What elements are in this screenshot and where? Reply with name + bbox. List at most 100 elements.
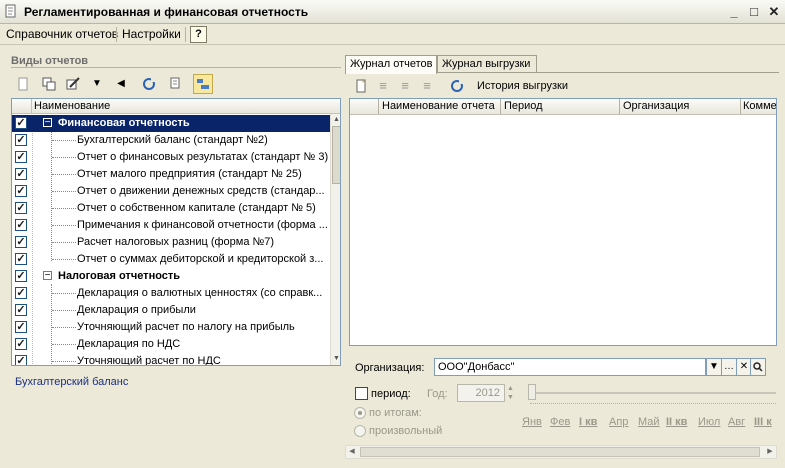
row-checkbox[interactable]: ✓: [15, 338, 27, 350]
tree-row[interactable]: ✓ Бухгалтерский баланс (стандарт №2): [12, 132, 330, 149]
scroll-down-icon[interactable]: ▼: [332, 354, 340, 363]
tree-row[interactable]: ✓ Отчет о суммах дебиторской и кредиторс…: [12, 251, 330, 268]
month-apr[interactable]: Апр: [609, 416, 628, 428]
row-checkbox[interactable]: ✓: [15, 355, 27, 365]
tree-row[interactable]: ✓ Декларация о валютных ценностях (со сп…: [12, 285, 330, 302]
horizontal-scrollbar[interactable]: ◀ ▶: [345, 445, 777, 459]
radio-totals[interactable]: [354, 407, 366, 419]
year-field[interactable]: 2012: [457, 384, 505, 402]
maximize-button[interactable]: □: [744, 3, 764, 21]
quarter-3[interactable]: III к: [754, 416, 772, 428]
tree-row[interactable]: ✓ Отчет о собственном капитале (стандарт…: [12, 200, 330, 217]
new-doc-icon[interactable]: [13, 74, 33, 94]
month-jan[interactable]: Янв: [522, 416, 542, 428]
period-label: период:: [371, 388, 411, 400]
new-report-icon[interactable]: *: [351, 76, 371, 96]
menu-separator: [185, 27, 186, 42]
tree-row[interactable]: ✓ Декларация о прибыли: [12, 302, 330, 319]
tree-row[interactable]: ✓ Отчет о финансовых результатах (станда…: [12, 149, 330, 166]
refresh-icon[interactable]: [139, 74, 159, 94]
col-organization[interactable]: Организация: [623, 100, 689, 112]
month-may[interactable]: Май: [638, 416, 660, 428]
period-slider-thumb[interactable]: [528, 384, 536, 400]
tab-export-journal[interactable]: Журнал выгрузки: [437, 55, 537, 73]
radio-custom[interactable]: [354, 425, 366, 437]
tree-row[interactable]: ✓ Расчет налоговых разниц (форма №7): [12, 234, 330, 251]
month-aug[interactable]: Авг: [728, 416, 745, 428]
back-arrow-icon[interactable]: ◀: [111, 74, 131, 94]
export-history-button[interactable]: История выгрузки: [477, 80, 568, 92]
section-divider: [11, 67, 341, 68]
tree-row[interactable]: ✓ Отчет малого предприятия (стандарт № 2…: [12, 166, 330, 183]
refresh-icon[interactable]: [447, 76, 467, 96]
row-checkbox[interactable]: ✓: [15, 287, 27, 299]
selected-report-label: Бухгалтерский баланс: [15, 376, 129, 388]
radio-custom-label: произвольный: [369, 425, 443, 437]
menu-bar: Справочник отчетов Настройки ?: [0, 24, 785, 45]
close-button[interactable]: ✕: [764, 3, 784, 21]
row-checkbox[interactable]: ✓: [15, 321, 27, 333]
tree-scrollbar[interactable]: ▲ ▼: [330, 114, 340, 365]
tree-header: Наименование: [12, 99, 340, 114]
row-checkbox[interactable]: ✓: [15, 117, 27, 129]
quarter-2[interactable]: II кв: [666, 416, 687, 428]
quarter-1[interactable]: I кв: [579, 416, 597, 428]
tree-row-tax[interactable]: ✓ − Налоговая отчетность: [12, 268, 330, 285]
col-comment[interactable]: Комме: [743, 100, 776, 112]
collapse-icon[interactable]: −: [43, 118, 52, 128]
document-icon: [5, 4, 16, 18]
window-title: Регламентированная и финансовая отчетнос…: [24, 5, 309, 19]
tree-row[interactable]: ✓ Отчет о движении денежных средств (ста…: [12, 183, 330, 200]
collapse-icon[interactable]: −: [43, 271, 52, 281]
print-icon[interactable]: [165, 74, 185, 94]
radio-totals-label: по итогам:: [369, 407, 422, 419]
edit-icon[interactable]: [63, 74, 83, 94]
title-bar: Регламентированная и финансовая отчетнос…: [0, 0, 785, 24]
search-icon[interactable]: [750, 358, 766, 376]
tree-row[interactable]: ✓ Декларация по НДС: [12, 336, 330, 353]
select-dots-button[interactable]: …: [721, 358, 737, 376]
outdent-icon[interactable]: ≡: [395, 76, 415, 96]
dropdown-arrow-icon[interactable]: ▼: [87, 74, 107, 94]
row-checkbox[interactable]: ✓: [15, 151, 27, 163]
month-feb[interactable]: Фев: [550, 416, 570, 428]
scroll-left-icon[interactable]: ◀: [346, 446, 358, 458]
row-checkbox[interactable]: ✓: [15, 270, 27, 282]
organization-field[interactable]: ООО"Донбасс": [434, 358, 706, 376]
row-checkbox[interactable]: ✓: [15, 236, 27, 248]
hierarchy-toggle-icon[interactable]: [193, 74, 213, 94]
scroll-right-icon[interactable]: ▶: [764, 446, 776, 458]
report-types-tree: Наименование ✓ − Финансовая отчетность ✓…: [11, 98, 341, 366]
menu-reference-book[interactable]: Справочник отчетов: [6, 27, 118, 41]
row-checkbox[interactable]: ✓: [15, 219, 27, 231]
row-checkbox[interactable]: ✓: [15, 202, 27, 214]
left-toolbar: ▼ ◀: [11, 74, 221, 96]
help-button[interactable]: ?: [190, 26, 207, 43]
tree-row[interactable]: ✓ Уточняющий расчет по налогу на прибыль: [12, 319, 330, 336]
svg-text:*: *: [362, 80, 365, 87]
col-report-name[interactable]: Наименование отчета: [382, 100, 495, 112]
column-name[interactable]: Наименование: [34, 100, 110, 112]
scroll-up-icon[interactable]: ▲: [332, 115, 340, 124]
indent-icon[interactable]: ≡: [373, 76, 393, 96]
dropdown-arrow-icon[interactable]: ▼: [706, 358, 722, 376]
minimize-button[interactable]: _: [724, 3, 744, 21]
tab-reports-journal[interactable]: Журнал отчетов: [345, 55, 437, 74]
col-period[interactable]: Период: [504, 100, 543, 112]
tree-row[interactable]: ✓ Примечания к финансовой отчетности (фо…: [12, 217, 330, 234]
tree-row[interactable]: ✓ Уточняющий расчет по НДС: [12, 353, 330, 365]
menu-settings[interactable]: Настройки: [122, 27, 181, 41]
scroll-thumb[interactable]: [332, 126, 340, 184]
period-checkbox[interactable]: [355, 387, 368, 400]
row-checkbox[interactable]: ✓: [15, 168, 27, 180]
year-spinner[interactable]: ▲ ▼: [505, 384, 516, 402]
scroll-thumb[interactable]: [360, 447, 760, 457]
month-jul[interactable]: Июл: [698, 416, 720, 428]
copy-icon[interactable]: [39, 74, 59, 94]
row-checkbox[interactable]: ✓: [15, 134, 27, 146]
row-checkbox[interactable]: ✓: [15, 304, 27, 316]
tree-row-financial[interactable]: ✓ − Финансовая отчетность: [12, 115, 330, 132]
delete-list-icon[interactable]: ≡: [417, 76, 437, 96]
row-checkbox[interactable]: ✓: [15, 185, 27, 197]
row-checkbox[interactable]: ✓: [15, 253, 27, 265]
